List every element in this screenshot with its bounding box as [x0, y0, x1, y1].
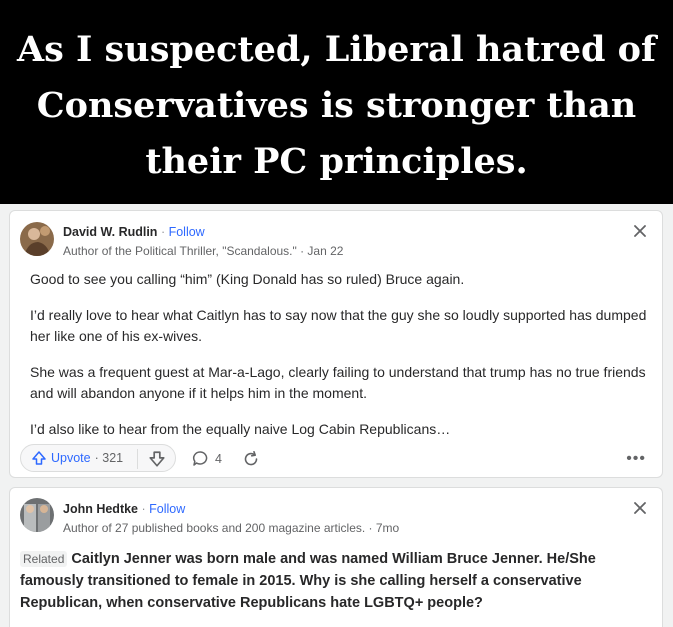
upvote-button[interactable]: Upvote · 321 — [31, 450, 123, 466]
comment-icon — [192, 451, 208, 466]
author-credential: Author of the Political Thriller, "Scand… — [63, 244, 344, 258]
comment-count: 4 — [215, 451, 222, 466]
comment-paragraph: I’d also like to hear from the equally n… — [30, 421, 451, 437]
avatar[interactable] — [20, 498, 54, 532]
caption-line-3: their PC principles. — [145, 141, 528, 182]
caption-line-1: As I suspected, Liberal hatred of — [16, 29, 657, 70]
upvote-label: Upvote — [51, 451, 91, 465]
upvote-count: · 321 — [94, 451, 124, 465]
avatar[interactable] — [20, 222, 54, 256]
caption-line-2: Conservatives is stronger than — [36, 85, 637, 126]
comment-card-rudlin: David W. Rudlin · Follow Author of the P… — [9, 210, 663, 478]
close-icon[interactable] — [632, 500, 648, 516]
comment-paragraph: She was a frequent guest at Mar-a-Lago, … — [30, 364, 646, 401]
share-icon[interactable] — [242, 450, 260, 468]
author-name[interactable]: David W. Rudlin — [63, 225, 157, 239]
separator: · — [141, 502, 146, 516]
downvote-arrow-icon — [149, 451, 165, 467]
author-name[interactable]: John Hedtke — [63, 502, 138, 516]
follow-button[interactable]: Follow — [169, 225, 205, 239]
upvote-arrow-icon — [32, 451, 46, 465]
action-bar: Upvote · 321 4 ••• — [20, 444, 652, 474]
related-tag: Related — [20, 551, 68, 567]
divider — [137, 449, 138, 469]
meme-caption-banner: As I suspected, Liberal hatred of Conser… — [0, 0, 673, 204]
follow-button[interactable]: Follow — [149, 502, 185, 516]
separator: · — [160, 225, 166, 239]
comment-button[interactable]: 4 — [192, 450, 222, 467]
author-line: David W. Rudlin · Follow — [63, 225, 205, 239]
author-line: John Hedtke · Follow — [63, 502, 185, 516]
answer-card-hedtke: John Hedtke · Follow Author of 27 publis… — [9, 487, 663, 627]
comment-paragraph: I’d really love to hear what Caitlyn has… — [30, 307, 647, 344]
close-icon[interactable] — [632, 223, 648, 239]
related-question[interactable]: Related Caitlyn Jenner was born male and … — [20, 548, 650, 614]
comment-paragraph: Good to see you calling “him” (King Dona… — [30, 271, 465, 287]
author-credential: Author of 27 published books and 200 mag… — [63, 521, 400, 535]
downvote-button[interactable] — [148, 450, 166, 468]
vote-pill: Upvote · 321 — [20, 444, 176, 472]
related-question-text: Caitlyn Jenner was born male and was nam… — [20, 551, 596, 611]
more-icon[interactable]: ••• — [626, 450, 646, 468]
